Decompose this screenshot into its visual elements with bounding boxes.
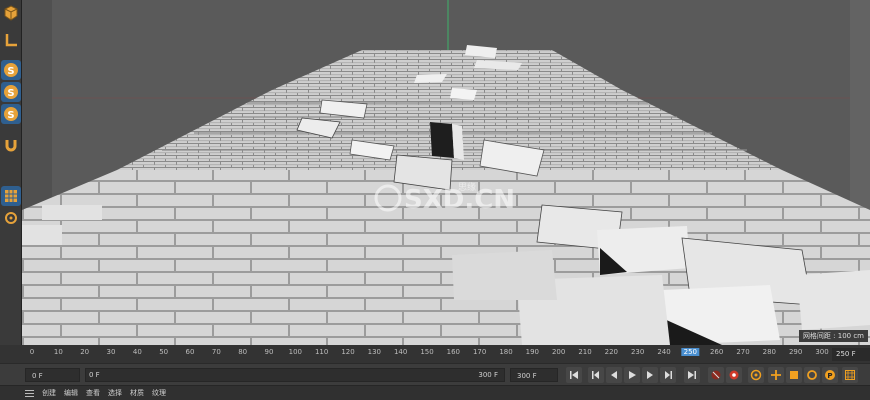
- floor-icon[interactable]: [1, 30, 21, 50]
- svg-text:P: P: [827, 372, 832, 380]
- spline-icon[interactable]: S: [1, 60, 21, 80]
- sculpt-icon[interactable]: S: [1, 82, 21, 102]
- timeline-tick-label: 90: [264, 348, 274, 356]
- watermark-logo: SXD.CN 思缘: [372, 178, 522, 222]
- timeline-tick-label: 100: [288, 348, 303, 356]
- timeline-tick-label: 50: [159, 348, 169, 356]
- rotation-key-icon[interactable]: [804, 367, 820, 383]
- timeline-tick-label: 80: [238, 348, 248, 356]
- timeline-tick-label: 280: [762, 348, 777, 356]
- magnet-icon[interactable]: [1, 135, 21, 155]
- go-to-start-button[interactable]: [566, 367, 582, 383]
- timeline-tick-label: 290: [788, 348, 803, 356]
- frame-end-badge: 250 F: [832, 348, 870, 361]
- menu-material[interactable]: 材质: [130, 388, 144, 398]
- timeline-tick-label: 200: [551, 348, 566, 356]
- viewport[interactable]: SXD.CN 思缘 网格间距 : 100 cm: [22, 0, 870, 345]
- keyframe-selection-icon[interactable]: [748, 367, 764, 383]
- range-start-label: 0 F: [89, 371, 100, 379]
- pla-key-icon[interactable]: [842, 367, 858, 383]
- preview-range-slider[interactable]: 0 F 300 F: [85, 368, 505, 382]
- menu-texture[interactable]: 纹理: [152, 388, 166, 398]
- timeline-tick-label: 130: [367, 348, 382, 356]
- svg-text:思缘: 思缘: [458, 181, 476, 193]
- timeline[interactable]: 0 10 20 30 40 50 60 70 80 90 100 110 120 130 140 150 160…: [0, 345, 870, 363]
- end-frame-field[interactable]: 300 F: [510, 368, 558, 382]
- prev-key-button[interactable]: [588, 367, 604, 383]
- brick-road-scene: [22, 0, 870, 345]
- parameter-key-icon[interactable]: P: [822, 367, 838, 383]
- timeline-tick-label: 180: [499, 348, 513, 356]
- timeline-tick-label: 170: [472, 348, 487, 356]
- timeline-tick-label: 230: [630, 348, 645, 356]
- menu-select[interactable]: 选择: [108, 388, 122, 398]
- next-key-button[interactable]: [660, 367, 676, 383]
- timeline-tick-label: 260: [709, 348, 724, 356]
- timeline-tick-label: 240: [657, 348, 671, 356]
- svg-text:S: S: [7, 66, 14, 77]
- menu-create[interactable]: 创建: [42, 388, 56, 398]
- timeline-tick-label: 140: [393, 348, 408, 356]
- timeline-tick-label: 60: [185, 348, 195, 356]
- go-to-end-button[interactable]: [684, 367, 700, 383]
- timeline-tick-label: 20: [80, 348, 90, 356]
- menu-bar: 创建 编辑 查看 选择 材质 纹理: [0, 385, 870, 400]
- c4d-window: S S S SXD.CN 思缘 网格间距: 100 cm 0 10 20 30…: [0, 0, 870, 400]
- menu-view[interactable]: 查看: [86, 388, 100, 398]
- prev-frame-button[interactable]: [606, 367, 622, 383]
- timeline-tick-label: 220: [604, 348, 619, 356]
- grid-distance-label: 网格间距 : 100 cm: [798, 330, 868, 342]
- hamburger-menu-icon[interactable]: [25, 390, 34, 397]
- next-frame-button[interactable]: [642, 367, 658, 383]
- transport-bar: 0 F 0 F 300 F 300 F P: [0, 363, 870, 385]
- range-end-label: 300 F: [478, 371, 498, 379]
- timeline-tick-label: 270: [736, 348, 750, 356]
- play-button[interactable]: [624, 367, 640, 383]
- position-key-icon[interactable]: [768, 367, 784, 383]
- cube-icon[interactable]: [1, 3, 21, 23]
- timeline-tick-label: 10: [53, 348, 63, 356]
- record-active-icon[interactable]: [708, 367, 724, 383]
- scale-key-icon[interactable]: [786, 367, 802, 383]
- timeline-tick-label: 120: [341, 348, 355, 356]
- timeline-tick-label: 110: [314, 348, 329, 356]
- timeline-tick-label: 190: [525, 348, 540, 356]
- svg-text:S: S: [7, 88, 14, 99]
- snap-icon[interactable]: [1, 208, 21, 228]
- menu-edit[interactable]: 编辑: [64, 388, 78, 398]
- timeline-tick-label: 160: [446, 348, 461, 356]
- nurbs-icon[interactable]: S: [1, 104, 21, 124]
- timeline-tick-label: 150: [420, 348, 434, 356]
- timeline-ruler[interactable]: 0 10 20 30 40 50 60 70 80 90 100 110 120 130 140 150 160…: [22, 345, 830, 363]
- svg-text:S: S: [7, 110, 14, 121]
- timeline-tick-label: 30: [106, 348, 116, 356]
- timeline-tick-label: 0: [29, 348, 35, 356]
- timeline-tick-label: 70: [211, 348, 221, 356]
- timeline-tick-label: 40: [132, 348, 142, 356]
- timeline-tick-label: 210: [578, 348, 592, 356]
- timeline-tick-label: 300: [815, 348, 829, 356]
- timeline-tick-label: 250: [681, 348, 700, 356]
- left-toolbar: S S S: [0, 0, 22, 345]
- texture-icon[interactable]: [1, 186, 21, 206]
- autokey-icon[interactable]: [726, 367, 742, 383]
- current-frame-field[interactable]: 0 F: [25, 368, 80, 382]
